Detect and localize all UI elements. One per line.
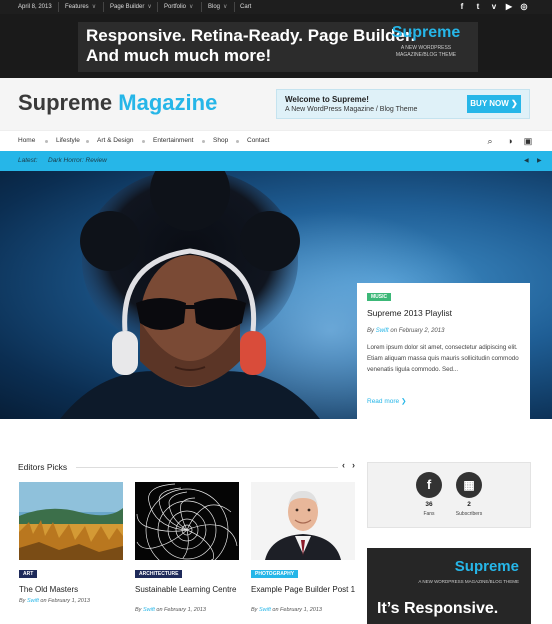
nav-separator — [86, 140, 89, 143]
nav-separator — [236, 140, 239, 143]
nav-home[interactable]: Home — [18, 131, 35, 151]
post-byline: By Swift on February 1, 2013 — [251, 607, 322, 613]
post-byline: By Swift on February 2, 2013 — [367, 328, 445, 334]
facebook-icon[interactable]: f — [416, 472, 442, 498]
welcome-ad[interactable]: Welcome to Supreme! A New WordPress Maga… — [276, 89, 530, 119]
site-header: Supreme Magazine Welcome to Supreme! A N… — [0, 78, 552, 130]
author-link[interactable]: Swift — [143, 607, 155, 613]
divider — [58, 2, 59, 12]
divider — [234, 2, 235, 12]
nav-lifestyle[interactable]: Lifestyle — [56, 131, 80, 151]
divider — [103, 2, 104, 12]
sidebar-ad[interactable]: Supreme A NEW WORDPRESS MAGAZINE/BLOG TH… — [367, 548, 531, 624]
chevron-down-icon: ∨ — [147, 4, 152, 10]
latest-label: Latest: — [18, 157, 38, 164]
divider — [76, 467, 338, 468]
ad-brand: Supreme — [454, 558, 519, 575]
nav-separator — [142, 140, 145, 143]
nav-art-design[interactable]: Art & Design — [97, 131, 134, 151]
logo-part1: Supreme — [18, 90, 113, 115]
chevron-down-icon: ∨ — [223, 4, 228, 10]
ticker-next-icon[interactable]: ▶ — [537, 151, 542, 171]
post-byline: By Swift on February 1, 2013 — [135, 607, 206, 613]
banner-brand: Supreme — [391, 24, 461, 41]
site-logo[interactable]: Supreme Magazine — [18, 90, 217, 116]
search-icon[interactable]: ⌕ — [484, 135, 496, 147]
date-label: April 8, 2013 — [18, 4, 52, 10]
promo-banner[interactable]: Responsive. Retina-Ready. Page Builder. … — [78, 22, 478, 72]
carousel-prev-icon[interactable]: ‹ — [342, 460, 345, 470]
lock-icon[interactable]: ▣ — [522, 135, 534, 147]
logo-part2: Magazine — [118, 90, 218, 115]
subscribers-count: 2 — [467, 501, 471, 508]
youtube-icon[interactable]: ▶ — [503, 0, 515, 14]
author-link[interactable]: Swift — [27, 598, 39, 604]
post-title[interactable]: The Old Masters — [19, 584, 123, 595]
latest-title[interactable]: Dark Horror: Review — [48, 151, 107, 171]
banner-brand-sub: A NEW WORDPRESS MAGAZINE/BLOG THEME — [395, 45, 457, 58]
facebook-icon[interactable]: f — [456, 0, 468, 14]
subscribers-label: Subscribers — [455, 511, 483, 517]
ticker-prev-icon[interactable]: ◀ — [524, 151, 529, 171]
welcome-subtitle: A New WordPress Magazine / Blog Theme — [285, 106, 418, 113]
film-icon[interactable]: ▦ — [456, 472, 482, 498]
category-tag[interactable]: ARCHITECTURE — [135, 570, 183, 578]
menu-portfolio[interactable]: Portfolio ∨ — [164, 0, 193, 14]
hero-slider[interactable]: MUSIC Supreme 2013 Playlist By Swift on … — [0, 171, 552, 419]
author-link[interactable]: Swift — [376, 328, 389, 334]
category-tag[interactable]: ART — [19, 570, 38, 578]
menu-features[interactable]: Features ∨ — [65, 0, 96, 14]
post-title[interactable]: Example Page Builder Post 1 — [251, 584, 357, 595]
nav-shop[interactable]: Shop — [213, 131, 228, 151]
category-tag[interactable]: PHOTOGRAPHY — [251, 570, 299, 578]
featured-post-card[interactable]: MUSIC Supreme 2013 Playlist By Swift on … — [357, 283, 530, 419]
author-link[interactable]: Swift — [259, 607, 271, 613]
chevron-down-icon: ∨ — [189, 4, 194, 10]
latest-ticker: Latest: Dark Horror: Review ◀ ▶ — [0, 151, 552, 171]
category-tag[interactable]: MUSIC — [367, 293, 392, 301]
banner-headline: Responsive. Retina-Ready. Page Builder. — [86, 26, 416, 45]
divider — [201, 2, 202, 12]
nav-contact[interactable]: Contact — [247, 131, 269, 151]
ad-subtitle: A NEW WORDPRESS MAGAZINE/BLOG THEME — [418, 579, 519, 584]
post-thumbnail[interactable] — [19, 482, 123, 560]
buy-now-button[interactable]: BUY NOW ❯ — [467, 95, 521, 113]
post-byline: By Swift on February 1, 2013 — [19, 598, 90, 604]
nav-separator — [45, 140, 48, 143]
featured-post-title[interactable]: Supreme 2013 Playlist — [367, 308, 452, 318]
welcome-title: Welcome to Supreme! — [285, 95, 369, 104]
vimeo-icon[interactable]: v — [488, 0, 500, 14]
chevron-down-icon: ∨ — [91, 4, 97, 10]
main-nav: Home Lifestyle Art & Design Entertainmen… — [0, 130, 552, 150]
portrait-image — [251, 482, 355, 560]
read-more-link[interactable]: Read more ❯ — [367, 397, 406, 405]
chevron-right-icon: ❯ — [511, 99, 518, 108]
social-counters-widget: f 36 Fans ▦ 2 Subscribers — [367, 462, 531, 528]
globe-icon[interactable]: ◑ — [504, 135, 516, 147]
nav-separator — [202, 140, 205, 143]
divider — [157, 2, 158, 12]
banner-band: Responsive. Retina-Ready. Page Builder. … — [0, 14, 552, 78]
nav-entertainment[interactable]: Entertainment — [153, 131, 193, 151]
menu-page-builder[interactable]: Page Builder ∨ — [110, 0, 152, 14]
ad-headline: It’s Responsive. — [377, 600, 499, 617]
post-title[interactable]: Sustainable Learning Centre — [135, 584, 239, 595]
section-title: Editors Picks — [18, 462, 68, 472]
carousel-next-icon[interactable]: › — [352, 460, 355, 470]
dribbble-icon[interactable]: ◎ — [518, 0, 530, 14]
top-bar: April 8, 2013 Features ∨ Page Builder ∨ Po… — [0, 0, 552, 14]
banner-subheadline: And much much more! — [86, 46, 272, 65]
architecture-image — [135, 482, 239, 560]
post-thumbnail[interactable] — [135, 482, 239, 560]
fans-label: Fans — [423, 511, 435, 517]
painting-image — [19, 482, 123, 560]
menu-blog[interactable]: Blog ∨ — [208, 0, 227, 14]
fans-count: 36 — [425, 501, 433, 508]
twitter-icon[interactable]: t — [472, 0, 484, 14]
post-excerpt: Lorem ipsum dolor sit amet, consectetur … — [367, 344, 519, 373]
post-thumbnail[interactable] — [251, 482, 355, 560]
menu-cart[interactable]: Cart — [240, 0, 251, 14]
